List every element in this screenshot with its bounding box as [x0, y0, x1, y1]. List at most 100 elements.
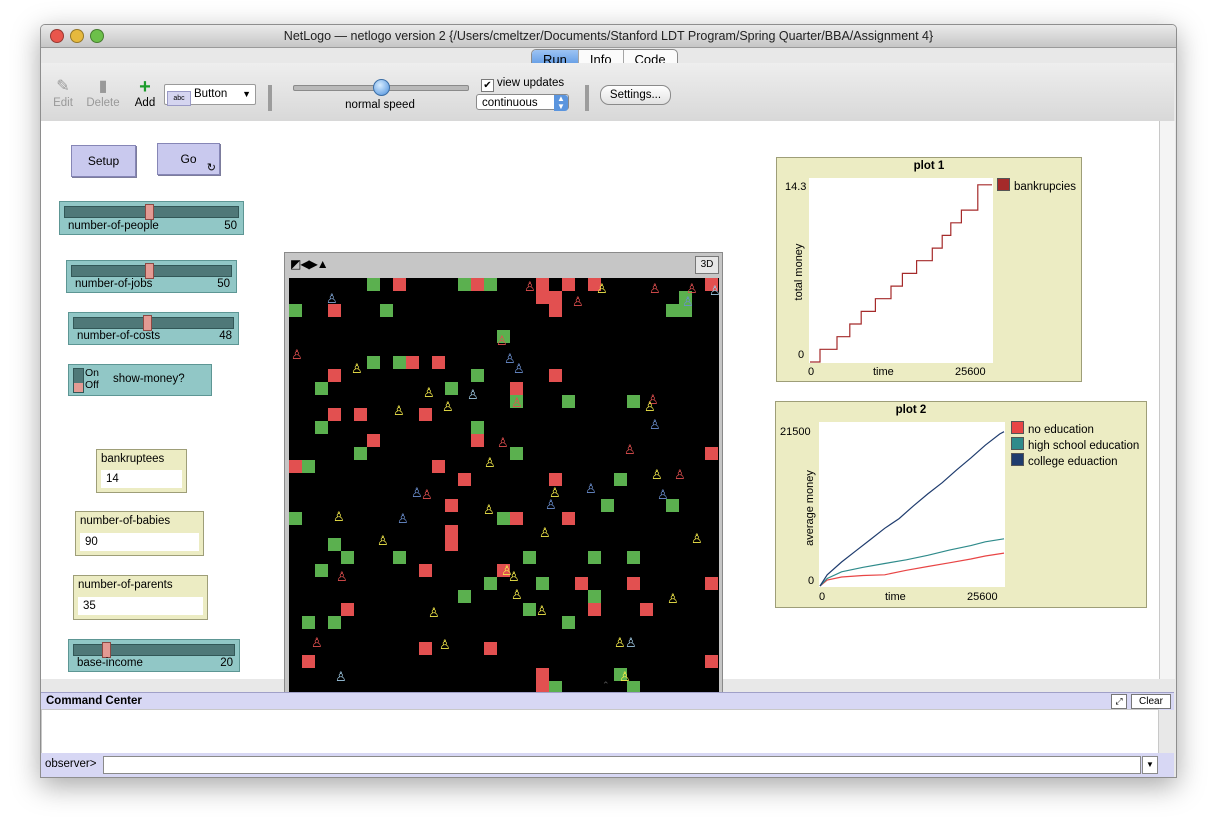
series-line-college-eduaction: [819, 431, 1005, 587]
speed-slider-knob[interactable]: [373, 79, 390, 96]
plot-2-xmax: 25600: [967, 591, 998, 603]
widget-type-dropdown[interactable]: abc Button ▼: [164, 84, 256, 106]
legend-item: college eduaction: [1011, 453, 1118, 468]
toolbar: ✎ Edit ▮ Delete + Add abc Button ▼ normal…: [41, 63, 1174, 122]
patch: [562, 395, 575, 408]
world-canvas[interactable]: ♙ ♙ ♙ ♙ ♙ ♙ ♙ ♙ ♙ ♙ ♙ ♙ ♙ ♙ ♙ ♙ ♙ ♙ ♙ ♙ ♙ ♙ ♙ ♙ ♙ ♙ ♙ ♙ ♙ ♙ ♙ ♙ ♙ ♙ ♙ ♙ ♙ ♙ ♙ ♙…: [289, 278, 721, 711]
slider-handle[interactable]: [145, 204, 154, 220]
patch: [328, 616, 341, 629]
patch: [328, 369, 341, 382]
chevron-down-icon: ▼: [242, 89, 251, 99]
checkmark-icon: ✔: [481, 79, 494, 92]
patch: [510, 447, 523, 460]
person-agent-icon: ♙: [336, 569, 348, 584]
workspace-scrollbar[interactable]: [1159, 121, 1175, 679]
edit-button[interactable]: ✎ Edit: [51, 77, 75, 109]
plot-2-ymin: 0: [808, 575, 815, 587]
plot-1-xmin: 0: [808, 366, 815, 378]
person-agent-icon: ♙: [484, 455, 496, 470]
patch: [419, 642, 432, 655]
trash-icon: ▮: [98, 78, 108, 95]
view-resize-icons[interactable]: ◩◀▶▲: [290, 257, 329, 271]
person-agent-icon: ♙: [539, 525, 551, 540]
number-of-costs-slider[interactable]: number-of-costs 48: [68, 312, 239, 345]
plus-icon: +: [139, 76, 151, 98]
person-agent-icon: ♙: [682, 294, 694, 309]
person-agent-icon: ♙: [311, 635, 323, 650]
splitter-handle-icon[interactable]: ⌃: [602, 680, 610, 691]
slider-handle[interactable]: [102, 642, 111, 658]
plot-1-title: plot 1: [913, 160, 945, 172]
close-window-button[interactable]: [50, 29, 64, 43]
slider-handle[interactable]: [145, 263, 154, 279]
speed-slider[interactable]: [293, 79, 469, 96]
command-input[interactable]: [103, 756, 1141, 774]
patch: [445, 538, 458, 551]
patch: [588, 551, 601, 564]
world-view[interactable]: ◩◀▶▲ 3D ♙ ♙ ♙ ♙ ♙ ♙ ♙ ♙ ♙ ♙ ♙ ♙ ♙ ♙ ♙ ♙ ♙ ♙ ♙ ♙ ♙ ♙ ♙ ♙ ♙ ♙ ♙ ♙ ♙ ♙ ♙ ♙…: [284, 252, 723, 711]
series-line-high-school-education: [819, 538, 1005, 587]
person-agent-icon: ♙: [508, 569, 520, 584]
number-of-people-slider[interactable]: number-of-people 50: [59, 201, 244, 235]
patch: [705, 447, 718, 460]
minimize-window-button[interactable]: [70, 29, 84, 43]
person-agent-icon: ♙: [572, 294, 584, 309]
patch: [471, 421, 484, 434]
base-income-slider[interactable]: base-income 20: [68, 639, 240, 672]
person-agent-icon: ♙: [333, 509, 345, 524]
person-agent-icon: ♙: [393, 403, 405, 418]
person-agent-icon: ♙: [536, 603, 548, 618]
chevron-down-icon[interactable]: ▼: [1142, 756, 1158, 774]
view-updates-checkbox[interactable]: ✔ view updates: [481, 77, 564, 92]
patch: [588, 590, 601, 603]
person-agent-icon: ♙: [442, 399, 454, 414]
plot-1-xlabel: time: [873, 366, 894, 378]
person-agent-icon: ♙: [428, 605, 440, 620]
patch: [367, 434, 380, 447]
plot-1-svg: [810, 184, 992, 363]
patch: [432, 460, 445, 473]
setup-button[interactable]: Setup: [71, 145, 136, 177]
patch: [562, 616, 575, 629]
number-of-jobs-slider[interactable]: number-of-jobs 50: [66, 260, 237, 293]
plot-1-xmax: 25600: [955, 366, 986, 378]
patch: [588, 603, 601, 616]
expand-icon[interactable]: ⤢: [1111, 694, 1127, 709]
person-agent-icon: ♙: [596, 281, 608, 296]
person-agent-icon: ♙: [585, 481, 597, 496]
add-button[interactable]: + Add: [131, 77, 159, 109]
update-mode-select[interactable]: continuous ▲ ▼: [476, 94, 569, 111]
slider-handle[interactable]: [143, 315, 152, 331]
person-agent-icon: ♙: [511, 587, 523, 602]
patch: [601, 499, 614, 512]
patch: [302, 616, 315, 629]
3d-view-button[interactable]: 3D: [695, 256, 719, 274]
patch: [627, 577, 640, 590]
patch: [328, 538, 341, 551]
show-money-switch[interactable]: On Off show-money?: [68, 364, 212, 396]
patch: [497, 512, 510, 525]
patch: [458, 473, 471, 486]
command-output-area[interactable]: [41, 709, 1159, 755]
patch: [367, 278, 380, 291]
clear-button[interactable]: Clear: [1131, 694, 1171, 709]
pencil-icon: ✎: [56, 78, 70, 95]
settings-button[interactable]: Settings...: [600, 85, 671, 105]
patch: [562, 512, 575, 525]
observer-prompt: observer>: [45, 758, 97, 770]
plot-2: plot 2 21500 0 0 25600 time average mone…: [775, 401, 1147, 608]
delete-button[interactable]: ▮ Delete: [85, 77, 121, 109]
patch: [640, 603, 653, 616]
switch-handle[interactable]: [74, 383, 83, 392]
button-widget-icon: abc: [167, 91, 191, 106]
plot-1-canvas: [809, 178, 993, 363]
toolbar-separator: [268, 85, 272, 111]
patch: [471, 278, 484, 291]
patch: [536, 577, 549, 590]
go-button[interactable]: Go ↻: [157, 143, 220, 175]
patch: [432, 356, 445, 369]
zoom-window-button[interactable]: [90, 29, 104, 43]
patch: [536, 291, 549, 304]
person-agent-icon: ♙: [649, 281, 661, 296]
person-agent-icon: ♙: [421, 487, 433, 502]
